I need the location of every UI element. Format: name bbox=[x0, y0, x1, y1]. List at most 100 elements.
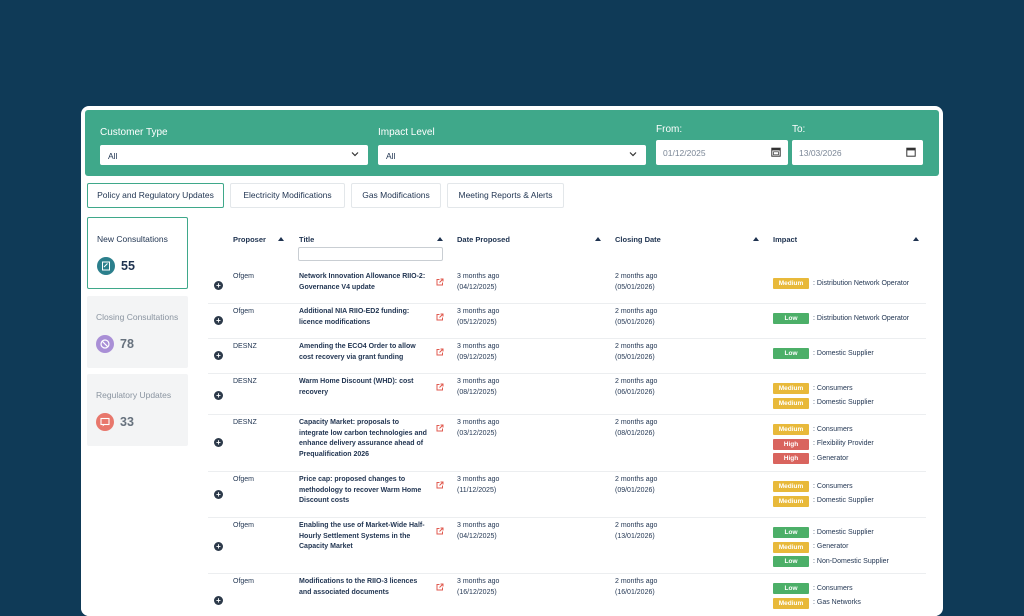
stat-label: New Consultations bbox=[97, 234, 168, 244]
external-link-icon[interactable] bbox=[436, 348, 444, 356]
sort-asc-icon[interactable] bbox=[278, 237, 284, 241]
expand-row-icon[interactable]: + bbox=[214, 438, 223, 447]
date-proposed-value: (08/12/2025) bbox=[457, 388, 497, 396]
expand-row-icon[interactable]: + bbox=[214, 281, 223, 290]
external-link-icon[interactable] bbox=[436, 583, 444, 591]
impact-level-badge: High bbox=[773, 453, 809, 464]
impact-target-label: : Distribution Network Operator bbox=[813, 279, 910, 287]
expand-row-icon[interactable]: + bbox=[214, 490, 223, 499]
stat-count: 78 bbox=[120, 337, 134, 351]
closing-date-value: (05/01/2026) bbox=[615, 283, 655, 291]
expand-row-icon[interactable]: + bbox=[214, 391, 223, 400]
to-date-value: 13/03/2026 bbox=[799, 148, 842, 158]
external-link-icon[interactable] bbox=[436, 278, 444, 286]
stat-count: 55 bbox=[121, 259, 135, 273]
tab-gas-modifications[interactable]: Gas Modifications bbox=[351, 183, 441, 208]
sort-asc-icon[interactable] bbox=[595, 237, 601, 241]
title-link[interactable]: Modifications to the RIIO-3 licences and… bbox=[299, 577, 427, 598]
chat-icon bbox=[96, 413, 114, 431]
date-proposed-relative: 3 months ago bbox=[457, 308, 500, 315]
external-link-icon[interactable] bbox=[436, 424, 444, 432]
title-link[interactable]: Warm Home Discount (WHD): cost recovery bbox=[299, 377, 427, 398]
from-label: From: bbox=[656, 124, 683, 135]
customer-type-label: Customer Type bbox=[100, 127, 168, 138]
closing-date-relative: 2 months ago bbox=[615, 522, 658, 529]
closing-date-relative: 2 months ago bbox=[615, 273, 658, 280]
external-link-icon[interactable] bbox=[436, 527, 444, 535]
external-link-icon[interactable] bbox=[436, 383, 444, 391]
impact-level-select[interactable]: All bbox=[378, 145, 646, 165]
closing-date-relative: 2 months ago bbox=[615, 308, 658, 315]
tab-meeting-reports-alerts[interactable]: Meeting Reports & Alerts bbox=[447, 183, 564, 208]
calendar-icon[interactable] bbox=[771, 147, 781, 157]
impact-target-label: : Non-Domestic Supplier bbox=[813, 557, 889, 565]
date-proposed-value: (05/12/2025) bbox=[457, 318, 497, 326]
expand-row-icon[interactable]: + bbox=[214, 316, 223, 325]
impact-level-badge: Medium bbox=[773, 424, 809, 435]
stat-new-consultations[interactable]: New Consultations 55 bbox=[87, 217, 188, 289]
impact-level-badge: Low bbox=[773, 348, 809, 359]
impact-target-label: : Distribution Network Operator bbox=[813, 314, 910, 322]
tab-policy-regulatory-updates[interactable]: Policy and Regulatory Updates bbox=[87, 183, 224, 208]
title-link[interactable]: Capacity Market: proposals to integrate … bbox=[299, 418, 427, 460]
title-filter-input[interactable] bbox=[298, 247, 443, 261]
impact-target-label: : Consumers bbox=[813, 584, 853, 592]
impact-target-label: : Domestic Supplier bbox=[813, 497, 874, 504]
expand-row-icon[interactable]: + bbox=[214, 351, 223, 360]
filter-bar: Customer Type All Impact Level All From:… bbox=[85, 110, 939, 176]
customer-type-select[interactable]: All bbox=[100, 145, 368, 165]
title-link[interactable]: Price cap: proposed changes to methodolo… bbox=[299, 475, 427, 507]
col-header-closing-date[interactable]: Closing Date bbox=[615, 235, 661, 244]
external-link-icon[interactable] bbox=[436, 313, 444, 321]
impact-target-label: : Domestic Supplier bbox=[813, 349, 874, 357]
title-link[interactable]: Enabling the use of Market-Wide Half-Hou… bbox=[299, 521, 427, 553]
title-link[interactable]: Additional NIA RIIO-ED2 funding: licence… bbox=[299, 307, 427, 328]
stat-label: Regulatory Updates bbox=[96, 390, 172, 400]
stat-regulatory-updates[interactable]: Regulatory Updates 33 bbox=[87, 374, 188, 446]
external-link-icon[interactable] bbox=[436, 481, 444, 489]
chevron-down-icon bbox=[629, 152, 637, 157]
stat-label: Closing Consultations bbox=[96, 312, 179, 322]
date-proposed-relative: 3 months ago bbox=[457, 273, 500, 280]
impact-level-label: Impact Level bbox=[378, 127, 435, 138]
edit-icon bbox=[97, 257, 115, 275]
sort-asc-icon[interactable] bbox=[753, 237, 759, 241]
expand-row-icon[interactable]: + bbox=[214, 542, 223, 551]
to-date-input[interactable]: 13/03/2026 bbox=[792, 140, 923, 165]
impact-level-value: All bbox=[386, 151, 396, 161]
impact-target-label: : Generator bbox=[813, 454, 849, 462]
tab-electricity-modifications[interactable]: Electricity Modifications bbox=[230, 183, 345, 208]
col-header-date-proposed[interactable]: Date Proposed bbox=[457, 235, 510, 244]
impact-target-label: : Flexibility Provider bbox=[813, 440, 874, 447]
expand-row-icon[interactable]: + bbox=[214, 596, 223, 605]
to-label: To: bbox=[792, 124, 806, 135]
proposer-cell: Ofgem bbox=[233, 476, 255, 483]
impact-level-badge: Medium bbox=[773, 481, 809, 492]
closing-date-relative: 2 months ago bbox=[615, 419, 658, 426]
date-proposed-relative: 3 months ago bbox=[457, 419, 500, 426]
sort-asc-icon[interactable] bbox=[913, 237, 919, 241]
impact-level-badge: Medium bbox=[773, 278, 809, 289]
stat-closing-consultations[interactable]: Closing Consultations 78 bbox=[87, 296, 188, 368]
col-header-title[interactable]: Title bbox=[299, 235, 314, 244]
impact-level-badge: Medium bbox=[773, 397, 809, 409]
date-proposed-value: (09/12/2025) bbox=[457, 353, 497, 361]
title-link[interactable]: Amending the ECO4 Order to allow cost re… bbox=[299, 342, 427, 363]
proposer-cell: DESNZ bbox=[233, 343, 257, 350]
calendar-icon[interactable] bbox=[906, 147, 916, 157]
impact-level-badge: Low bbox=[773, 527, 809, 538]
col-header-proposer[interactable]: Proposer bbox=[233, 235, 266, 244]
from-date-input[interactable]: 01/12/2025 bbox=[656, 140, 788, 165]
closing-date-relative: 2 months ago bbox=[615, 578, 658, 585]
closing-date-value: (09/01/2026) bbox=[615, 486, 655, 494]
stats-panel: New Consultations 55 Closing Consultatio… bbox=[81, 214, 193, 616]
date-proposed-relative: 3 months ago bbox=[457, 522, 500, 529]
impact-target-label: : Domestic Supplier bbox=[813, 399, 874, 406]
date-proposed-value: (04/12/2025) bbox=[457, 283, 497, 291]
impact-level-badge: Medium bbox=[773, 495, 809, 507]
sort-asc-icon[interactable] bbox=[437, 237, 443, 241]
ban-icon bbox=[96, 335, 114, 353]
proposer-cell: Ofgem bbox=[233, 273, 255, 280]
title-link[interactable]: Network Innovation Allowance RIIO-2: Gov… bbox=[299, 272, 427, 293]
col-header-impact[interactable]: Impact bbox=[773, 235, 797, 244]
